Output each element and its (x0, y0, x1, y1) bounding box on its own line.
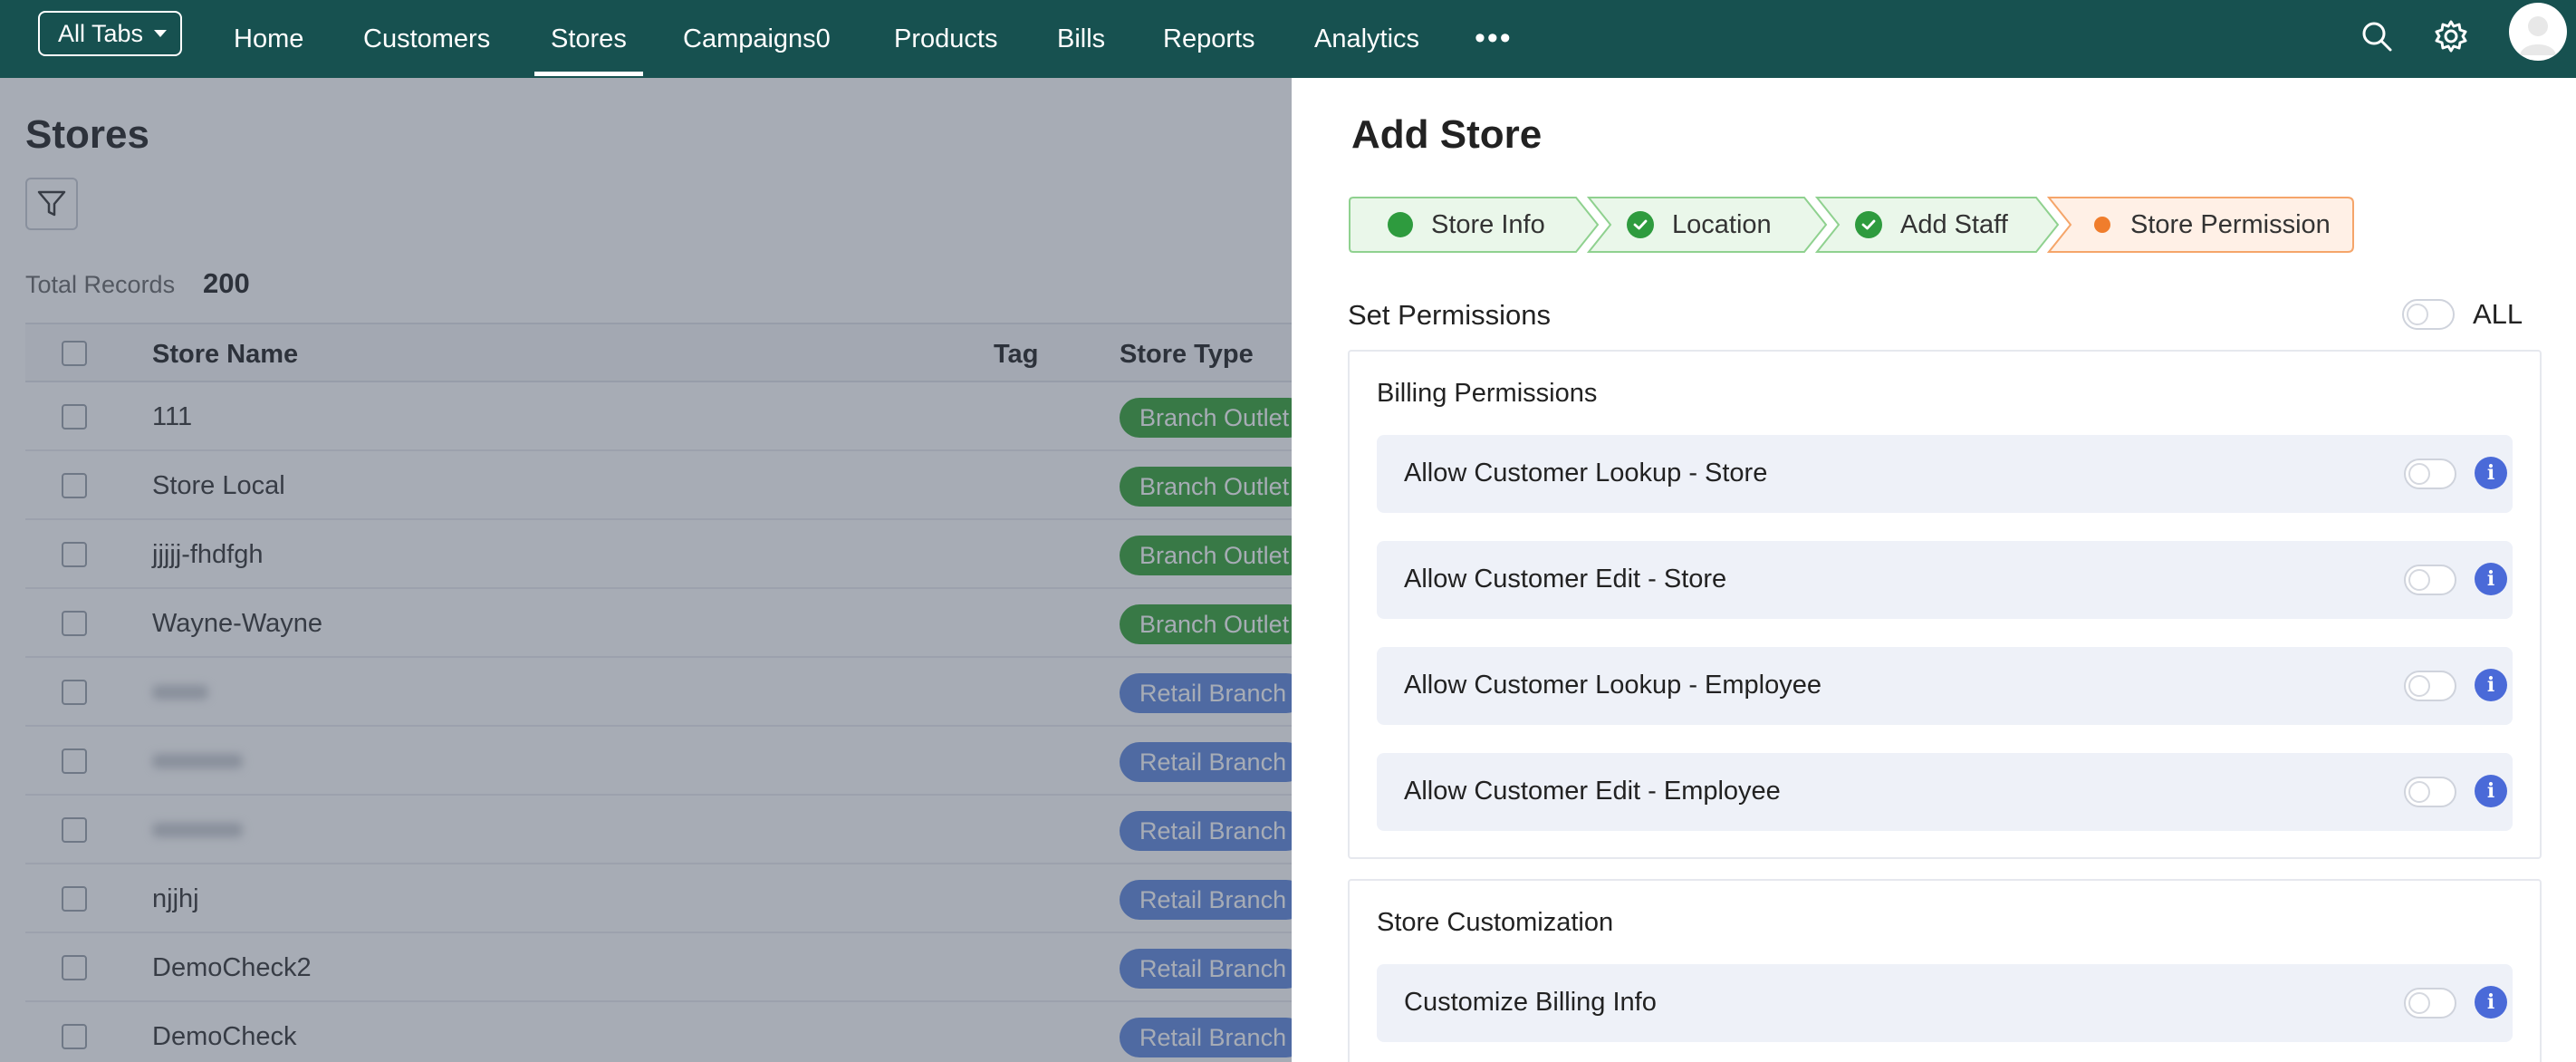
nav-tab-stores[interactable]: Stores (534, 0, 643, 78)
info-icon[interactable]: i (2475, 986, 2507, 1019)
toggle-knob (2408, 463, 2430, 485)
permission-label: Customize Billing Info (1404, 988, 1657, 1017)
nav-tab-home[interactable]: Home (234, 0, 303, 78)
check-icon (1855, 211, 1882, 238)
nav-tab-analytics[interactable]: Analytics (1314, 0, 1419, 78)
step-store-permission[interactable]: Store Permission (2047, 196, 2355, 254)
store-customization-section: Store Customization Customize Billing In… (1348, 879, 2542, 1062)
billing-permissions-section: Billing Permissions Allow Customer Looku… (1348, 350, 2542, 859)
all-toggle-switch[interactable] (2402, 299, 2455, 330)
step-label: Add Staff (1900, 209, 2008, 239)
info-icon[interactable]: i (2475, 457, 2507, 489)
all-tabs-label: All Tabs (58, 19, 144, 47)
permission-toggle[interactable] (2404, 565, 2456, 595)
permission-row: Allow Customer Edit - Employee i (1377, 753, 2513, 831)
top-nav-bar: All Tabs Home Customers Stores Campaigns… (0, 0, 2576, 78)
permission-toggle[interactable] (2404, 988, 2456, 1019)
add-store-drawer: Add Store Store Info Location Add Staff … (1292, 78, 2576, 1062)
toggle-knob (2408, 781, 2430, 803)
toggle-knob (2408, 992, 2430, 1014)
set-permissions-label: Set Permissions (1348, 299, 1551, 331)
section-title: Billing Permissions (1377, 379, 1598, 408)
permission-label: Allow Customer Edit - Store (1404, 565, 1727, 594)
step-current-dot-icon (1388, 212, 1413, 237)
all-tabs-dropdown[interactable]: All Tabs (38, 11, 182, 56)
toggle-knob (2408, 675, 2430, 697)
toggle-knob (2407, 304, 2428, 325)
toggle-knob (2408, 569, 2430, 591)
gear-icon[interactable] (2433, 18, 2469, 54)
avatar[interactable] (2509, 3, 2567, 61)
step-label: Store Info (1431, 209, 1545, 239)
more-tabs-icon[interactable]: ••• (1475, 23, 1513, 53)
info-icon[interactable]: i (2475, 563, 2507, 595)
step-location[interactable]: Location (1587, 196, 1830, 254)
nav-tab-bills[interactable]: Bills (1057, 0, 1105, 78)
permission-label: Allow Customer Lookup - Employee (1404, 671, 1821, 700)
step-label: Store Permission (2130, 209, 2331, 239)
stepper: Store Info Location Add Staff Store Perm… (1348, 196, 2408, 254)
info-icon[interactable]: i (2475, 669, 2507, 701)
permission-row: Allow Customer Lookup - Employee i (1377, 647, 2513, 725)
info-icon[interactable]: i (2475, 775, 2507, 807)
permission-toggle[interactable] (2404, 671, 2456, 701)
nav-tab-campaigns[interactable]: Campaigns0 (683, 0, 831, 78)
section-title: Store Customization (1377, 908, 1614, 937)
all-toggle[interactable] (2402, 299, 2455, 330)
step-store-info[interactable]: Store Info (1348, 196, 1601, 254)
check-icon (1627, 211, 1654, 238)
nav-tab-products[interactable]: Products (894, 0, 997, 78)
step-label: Location (1672, 209, 1772, 239)
nav-tab-customers[interactable]: Customers (363, 0, 490, 78)
search-icon[interactable] (2359, 18, 2395, 54)
permission-row: Allow Customer Edit - Store i (1377, 541, 2513, 619)
drawer-title: Add Store (1351, 112, 1543, 157)
step-active-dot-icon (2094, 217, 2110, 233)
permission-row: Allow Customer Lookup - Store i (1377, 435, 2513, 513)
modal-backdrop[interactable] (0, 78, 1292, 1062)
step-add-staff[interactable]: Add Staff (1815, 196, 2062, 254)
all-toggle-label: ALL (2473, 298, 2523, 330)
permission-toggle[interactable] (2404, 777, 2456, 807)
caret-down-icon (154, 30, 168, 37)
permission-toggle[interactable] (2404, 459, 2456, 489)
permission-row: Customize Billing Info i (1377, 964, 2513, 1042)
nav-tab-reports[interactable]: Reports (1163, 0, 1255, 78)
permission-label: Allow Customer Lookup - Store (1404, 459, 1768, 488)
permission-label: Allow Customer Edit - Employee (1404, 777, 1781, 806)
